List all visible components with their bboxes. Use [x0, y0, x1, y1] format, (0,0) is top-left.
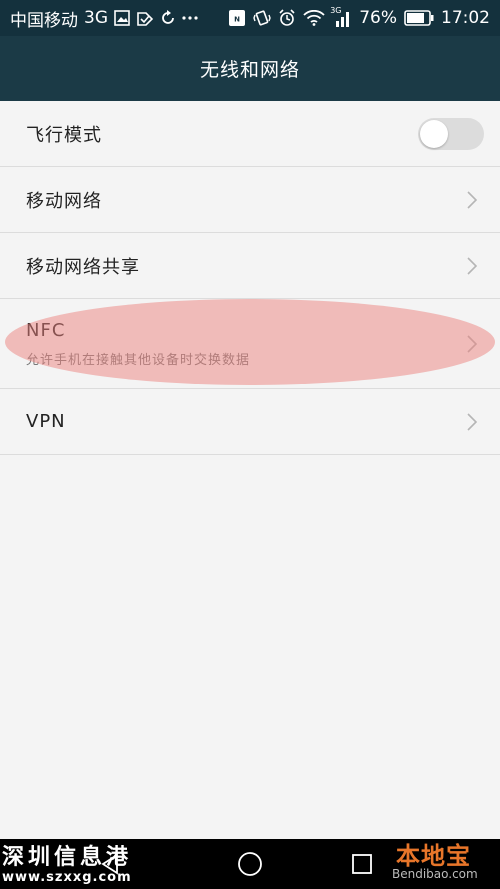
nfc-description: 允许手机在接触其他设备时交换数据 [26, 352, 251, 368]
small-network-type: 3G [330, 6, 342, 15]
battery-percent: 76% [359, 8, 397, 28]
action-bar: 无线和网络 [0, 36, 500, 101]
watermark-bendibao-brand: 本地宝 [396, 842, 471, 870]
watermark-bendibao: 本地宝 Bendibao.com [382, 836, 500, 889]
more-icon [182, 15, 198, 21]
home-icon[interactable] [237, 851, 263, 877]
mobile-network-row[interactable]: 移动网络 [0, 167, 500, 233]
tethering-label: 移动网络共享 [26, 256, 140, 278]
airplane-mode-row[interactable]: 飞行模式 [0, 101, 500, 167]
clock: 17:02 [441, 8, 490, 28]
status-bar-right: N 3G 76% 17:02 [228, 6, 490, 28]
status-bar-left: 中国移动 3G [10, 6, 198, 31]
status-bar: 中国移动 3G N 3G 76% 17:02 [0, 0, 500, 36]
alarm-icon [278, 9, 296, 27]
carrier-name: 中国移动 [10, 10, 78, 31]
chevron-right-icon [467, 256, 478, 275]
chevron-right-icon [467, 190, 478, 209]
mobile-network-label: 移动网络 [26, 190, 102, 212]
chevron-right-icon [467, 334, 478, 353]
watermark-szxxg: 深圳信息港 www.szxxg.com [2, 845, 133, 886]
vpn-label: VPN [26, 411, 66, 432]
airplane-mode-label: 飞行模式 [26, 124, 102, 146]
airplane-mode-toggle[interactable] [418, 117, 484, 150]
image-icon [114, 10, 130, 26]
watermark-szxxg-url: www.szxxg.com [2, 870, 132, 885]
network-type: 3G [84, 8, 108, 28]
toggle-knob [420, 119, 448, 148]
vibrate-icon [253, 9, 271, 27]
page-title: 无线和网络 [199, 59, 300, 81]
nfc-row[interactable]: NFC 允许手机在接触其他设备时交换数据 [0, 299, 500, 389]
nfc-icon: N [228, 9, 246, 27]
nfc-label: NFC [26, 319, 66, 341]
chevron-right-icon [467, 412, 478, 431]
watermark-bendibao-url: Bendibao.com [392, 867, 478, 881]
tag-check-icon [136, 10, 154, 26]
wifi-icon [303, 10, 325, 26]
battery-icon [404, 10, 434, 26]
settings-list: 飞行模式 移动网络 移动网络共享 NFC 允许手机在接触其他设备时交换数据 VP… [0, 101, 500, 455]
signal-icon: 3G [330, 6, 352, 27]
watermark-szxxg-title: 深圳信息港 [2, 845, 133, 870]
recent-apps-icon[interactable] [351, 853, 373, 875]
vpn-row[interactable]: VPN [0, 389, 500, 455]
svg-text:N: N [234, 16, 240, 24]
sync-icon [160, 10, 176, 26]
tethering-row[interactable]: 移动网络共享 [0, 233, 500, 299]
